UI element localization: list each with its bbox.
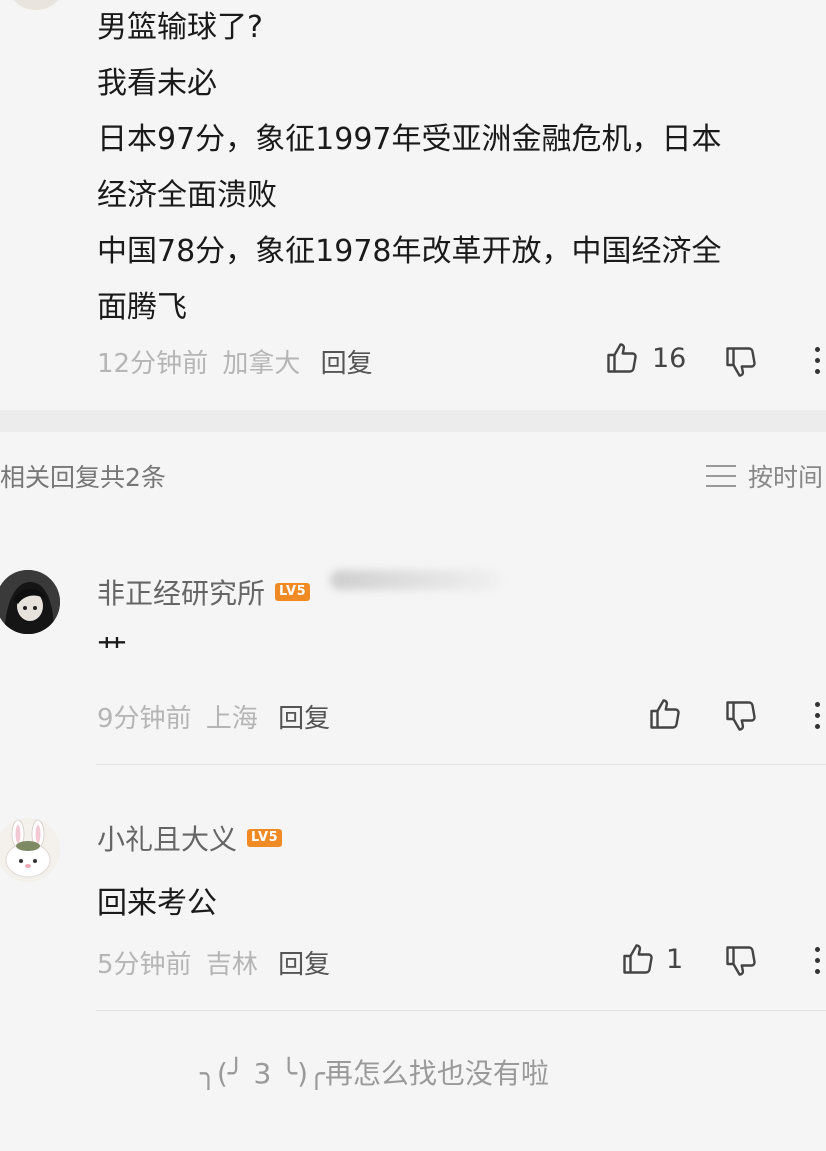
reply-text: 回来考公 — [97, 886, 217, 921]
sort-label: 按时间 — [748, 463, 824, 492]
avatar[interactable] — [0, 818, 60, 882]
avatar[interactable] — [0, 570, 60, 634]
main-comment-line: 男篮输球了? — [97, 10, 263, 45]
main-comment-line: 我看未必 — [97, 66, 217, 101]
reply-username-row: 非正经研究所 LV5 — [97, 572, 311, 612]
more-vertical-icon[interactable] — [815, 702, 821, 735]
username[interactable]: 小礼且大义 — [97, 818, 237, 858]
reply-separator — [96, 764, 826, 765]
reply-button[interactable]: 回复 — [321, 349, 373, 379]
main-comment-line: 中国78分，象征1978年改革开放，中国经济全 — [97, 234, 722, 269]
thumbs-up-icon — [607, 343, 637, 373]
replies-count-label: 相关回复共2条 — [0, 463, 166, 492]
reply-time: 9分钟前 — [97, 704, 192, 734]
reply-time: 5分钟前 — [97, 950, 192, 980]
thumbs-down-icon[interactable] — [723, 344, 759, 380]
level-badge: LV5 — [275, 583, 311, 601]
main-comment-line: 经济全面溃败 — [97, 178, 277, 213]
avatar-image-icon — [0, 570, 60, 634]
like-button[interactable] — [647, 696, 683, 732]
reply-text: 艹 — [97, 634, 127, 669]
like-count: 1 — [666, 943, 684, 975]
main-comment-meta: 12分钟前 加拿大 回复 — [97, 343, 373, 380]
comment-location: 加拿大 — [222, 349, 301, 379]
reply-button[interactable]: 回复 — [278, 704, 330, 734]
thumbs-up-icon — [623, 944, 653, 974]
reply-location: 吉林 — [205, 950, 258, 980]
reply-button[interactable]: 回复 — [278, 950, 330, 980]
like-count: 16 — [652, 342, 687, 374]
reply-meta: 5分钟前 吉林 回复 — [97, 944, 330, 981]
main-comment-line: 面腾飞 — [97, 290, 187, 325]
commenter-avatar[interactable] — [8, 0, 64, 10]
reply-meta: 9分钟前 上海 回复 — [97, 698, 330, 735]
main-comment-line: 日本97分，象征1997年受亚洲金融危机，日本 — [97, 122, 722, 157]
thumbs-down-icon[interactable] — [723, 943, 759, 979]
end-of-list-note: ╮(╯ 3 ╰)╭再怎么找也没有啦 — [200, 1057, 549, 1090]
comment-time: 12分钟前 — [97, 349, 209, 379]
thumbs-down-icon[interactable] — [723, 698, 759, 734]
sort-lines-icon — [706, 465, 736, 487]
bunny-avatar-icon — [0, 818, 60, 882]
level-badge: LV5 — [247, 829, 283, 847]
blurred-overlay — [330, 570, 500, 590]
reply-username-row: 小礼且大义 LV5 — [97, 818, 283, 858]
sort-by-time-button[interactable]: 按时间 — [706, 458, 823, 494]
main-comment-body: 男篮输球了? 我看未必 日本97分，象征1997年受亚洲金融危机，日本 经济全面… — [97, 0, 826, 336]
more-vertical-icon[interactable] — [815, 947, 821, 980]
more-vertical-icon[interactable] — [815, 347, 821, 380]
reply-location: 上海 — [205, 704, 258, 734]
like-button[interactable]: 1 — [620, 941, 683, 977]
reply-separator — [96, 1010, 826, 1011]
like-button[interactable]: 16 — [604, 340, 686, 376]
username[interactable]: 非正经研究所 — [97, 572, 265, 612]
thumbs-up-icon — [650, 699, 680, 729]
section-divider — [0, 410, 826, 432]
